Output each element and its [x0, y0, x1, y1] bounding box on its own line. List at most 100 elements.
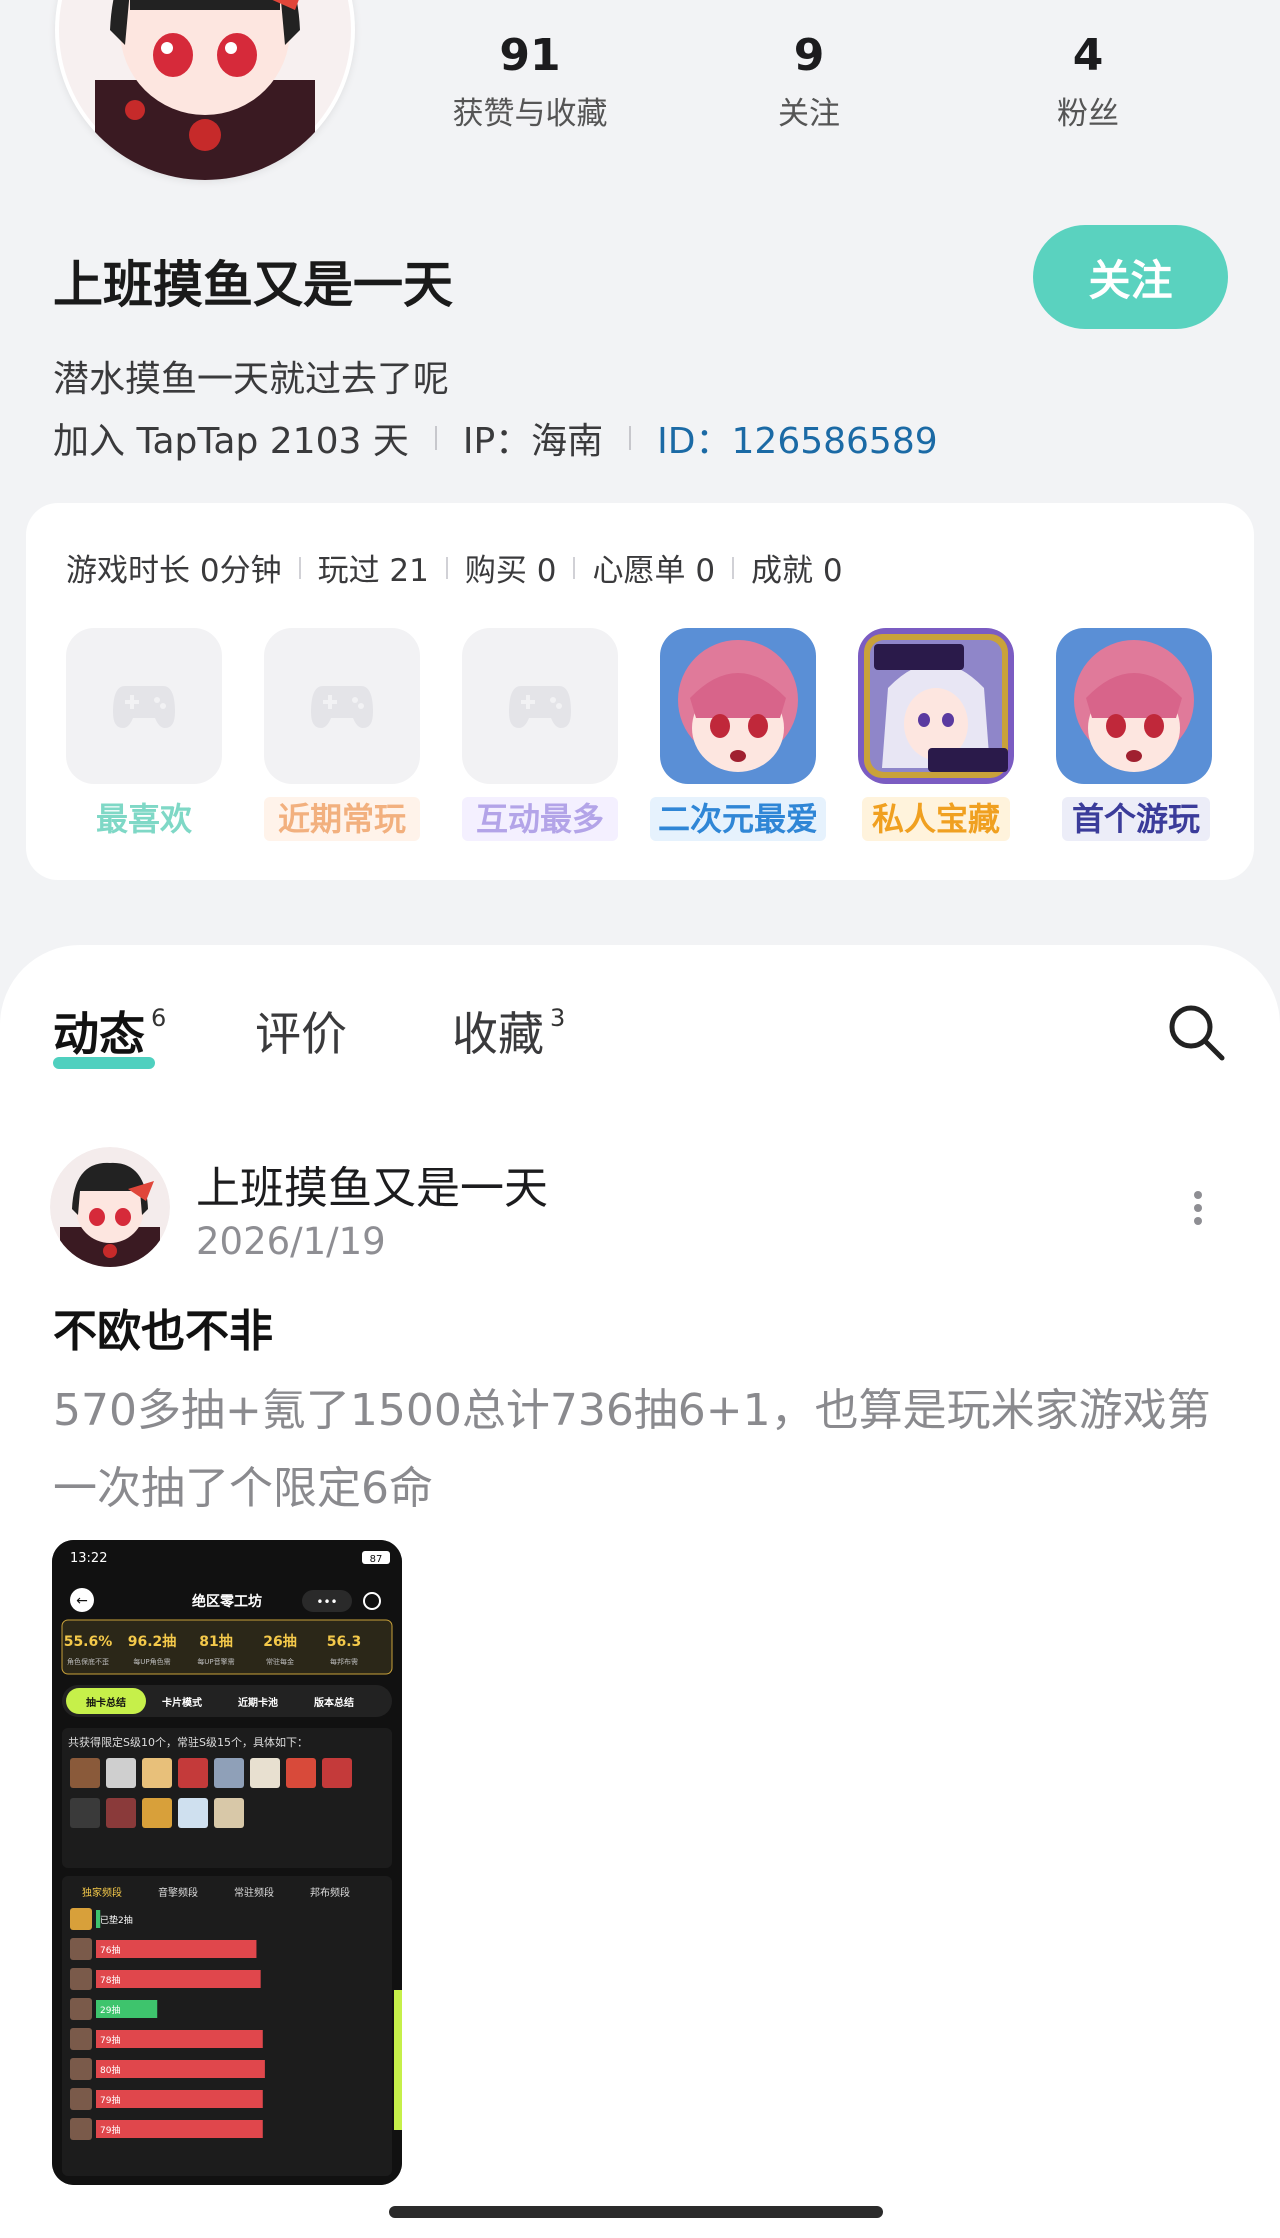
post-username[interactable]: 上班摸鱼又是一天	[196, 1152, 548, 1216]
tab-posts-label: 动态	[53, 1007, 145, 1061]
shot-character-avatar	[106, 1798, 136, 1828]
active-tab-indicator	[53, 1057, 155, 1069]
search-icon	[1169, 1005, 1225, 1061]
game-stat-played[interactable]: 玩过 21	[318, 545, 429, 590]
shot-pull-bar	[96, 2090, 263, 2108]
stat-divider	[298, 556, 301, 579]
shot-pull-bar	[96, 2030, 263, 2048]
game-stat-wishlist[interactable]: 心愿单 0	[592, 545, 715, 590]
follow-button[interactable]: 关注	[1033, 225, 1228, 329]
shot-pool-tab: 常驻频段	[234, 1886, 274, 1899]
profile-bio: 潜水摸鱼一天就过去了呢	[53, 359, 450, 400]
game-slot-first[interactable]	[1056, 628, 1212, 784]
shot-pull-label: 78抽	[100, 1974, 120, 1986]
slot-label-interactive: 互动最多	[462, 797, 618, 841]
shot-character-avatar	[142, 1798, 172, 1828]
shot-stat-label: 角色保底不歪	[67, 1657, 109, 1666]
home-indicator	[389, 2206, 883, 2218]
shot-pool-tab: 独家频段	[82, 1886, 122, 1899]
post-date: 2026/1/19	[196, 1220, 386, 1263]
stat-followers-value: 4	[1072, 30, 1104, 81]
shot-stat-value: 56.3	[327, 1634, 362, 1650]
shot-pull-label: 79抽	[100, 2034, 120, 2046]
shot-tab: 版本总结	[314, 1696, 354, 1709]
shot-stat-value: 26抽	[263, 1633, 296, 1650]
profile-meta: 加入 TapTap 2103 天 IP：海南 ID：126586589	[53, 412, 938, 464]
stat-likes-label: 获赞与收藏	[452, 96, 608, 132]
stat-divider	[445, 556, 448, 579]
shot-stat-value: 81抽	[199, 1633, 232, 1650]
gamepad-icon	[113, 686, 175, 728]
shot-character-avatar	[70, 1758, 100, 1788]
shot-pull-label: 29抽	[100, 2004, 120, 2016]
search-button[interactable]	[1164, 1000, 1228, 1064]
game-stat-purchased[interactable]: 购买 0	[465, 545, 557, 590]
shot-character-avatar	[178, 1758, 208, 1788]
game-slot-favorite[interactable]	[66, 628, 222, 784]
game-stat-achievements[interactable]: 成就 0	[751, 545, 843, 590]
game-stat-playtime[interactable]: 游戏时长 0分钟	[66, 545, 282, 590]
game-stats-row: 游戏时长 0分钟 玩过 21 购买 0 心愿单 0 成就 0	[66, 545, 843, 590]
stat-likes-value: 91	[499, 30, 561, 81]
stat-likes[interactable]: 91 获赞与收藏	[420, 28, 640, 133]
anime-game-icon	[660, 628, 816, 784]
tab-favorites-count: 3	[550, 1003, 566, 1032]
shot-summary: 共获得限定S级10个，常驻S级15个，具体如下：	[68, 1735, 308, 1749]
game-slot-anime[interactable]	[660, 628, 816, 784]
shot-character-avatar	[214, 1798, 244, 1828]
shot-pool-tab: 音擎频段	[158, 1886, 198, 1899]
stat-following-label: 关注	[778, 96, 840, 132]
shot-pull-avatar	[70, 2088, 92, 2110]
shot-battery: 87	[370, 1554, 383, 1565]
user-id[interactable]: ID：126586589	[657, 412, 937, 464]
slot-label-favorite: 最喜欢	[66, 797, 222, 841]
more-horizontal-icon: •••	[316, 1595, 337, 1609]
shot-pull-avatar	[70, 2118, 92, 2140]
stat-divider	[732, 556, 735, 579]
meta-divider	[629, 426, 632, 450]
shot-pull-label: 80抽	[100, 2064, 120, 2076]
tab-reviews-label: 评价	[255, 1007, 347, 1061]
shot-character-avatar	[322, 1758, 352, 1788]
tab-favorites-label: 收藏	[452, 1007, 544, 1061]
shot-pull-avatar	[70, 2058, 92, 2080]
shot-pool-tab: 邦布频段	[310, 1886, 350, 1899]
game-slot-recent[interactable]	[264, 628, 420, 784]
anime-game-icon	[1056, 628, 1212, 784]
shot-pull-bar	[96, 1970, 261, 1988]
shot-stat-label: 每UP角色需	[133, 1657, 170, 1666]
game-slot-treasure[interactable]	[858, 628, 1014, 784]
meta-divider	[434, 426, 437, 450]
stat-followers-label: 粉丝	[1057, 96, 1119, 132]
tab-posts[interactable]: 动态 6	[53, 998, 166, 1064]
more-options-button[interactable]	[1188, 1190, 1208, 1226]
shot-stat-label: 常驻每金	[266, 1657, 294, 1666]
profile-username: 上班摸鱼又是一天	[53, 256, 453, 314]
stat-followers[interactable]: 4 粉丝	[978, 28, 1198, 133]
post-avatar[interactable]	[50, 1147, 170, 1267]
gamepad-icon	[509, 686, 571, 728]
more-vertical-icon	[1194, 1191, 1202, 1225]
shot-pull-label: 76抽	[100, 1944, 120, 1956]
shot-character-avatar	[214, 1758, 244, 1788]
stat-following-value: 9	[793, 30, 825, 81]
tab-reviews[interactable]: 评价	[255, 998, 347, 1064]
joined-days: 加入 TapTap 2103 天	[53, 421, 409, 462]
profile-avatar[interactable]	[55, 0, 355, 180]
shot-pull-avatar	[70, 1938, 92, 1960]
shot-tab: 抽卡总结	[86, 1696, 126, 1709]
tab-favorites[interactable]: 收藏 3	[452, 998, 565, 1064]
slot-label-first: 首个游玩	[1062, 797, 1210, 841]
slot-label-anime: 二次元最爱	[650, 797, 826, 841]
shot-time: 13:22	[70, 1551, 107, 1566]
shot-pull-bar	[96, 2060, 265, 2078]
back-arrow-icon: ←	[76, 1593, 88, 1609]
game-slot-interactive[interactable]	[462, 628, 618, 784]
shot-stat-label: 每邦布需	[330, 1657, 358, 1666]
shot-tab: 卡片模式	[162, 1696, 202, 1709]
post-body: 570多抽+氪了1500总计736抽6+1，也算是玩米家游戏第一次抽了个限定6命	[53, 1385, 1211, 1514]
stat-following[interactable]: 9 关注	[699, 28, 919, 133]
post-image[interactable]: 13:22 87 ← 绝区零工坊 ••• 55.6% 角色保底不歪 96.2抽 每UP…	[52, 1540, 402, 2185]
shot-pull-avatar	[70, 1908, 92, 1930]
shot-character-avatar	[178, 1798, 208, 1828]
